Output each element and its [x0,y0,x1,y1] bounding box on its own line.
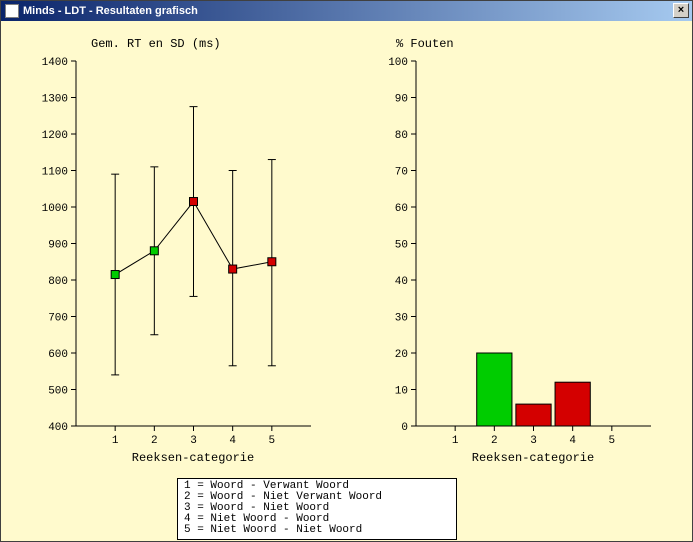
svg-text:90: 90 [395,94,408,106]
svg-text:900: 900 [48,240,68,252]
close-button[interactable]: × [673,3,689,18]
app-window: Minds - LDT - Resultaten grafisch × Gem.… [0,0,693,542]
svg-text:3: 3 [530,435,537,447]
svg-text:400: 400 [48,422,68,434]
svg-text:800: 800 [48,276,68,288]
err-chart-xlabel: Reeksen-categorie [472,451,594,465]
svg-text:1300: 1300 [42,94,68,106]
svg-text:30: 30 [395,313,408,325]
svg-text:20: 20 [395,349,408,361]
svg-text:3: 3 [190,435,197,447]
svg-text:2: 2 [151,435,158,447]
svg-text:2: 2 [491,435,498,447]
svg-text:100: 100 [388,57,408,69]
rt-chart: Gem. RT en SD (ms) 400 500 600 700 800 900 100… [16,31,346,471]
svg-text:500: 500 [48,386,68,398]
window-title: Minds - LDT - Resultaten grafisch [23,5,198,17]
err-chart: % Fouten 0 10 20 30 40 50 60 70 80 90 100 1 2 3 4 5 Re… [361,31,681,471]
svg-text:80: 80 [395,130,408,142]
svg-text:1400: 1400 [42,57,68,69]
svg-text:5: 5 [609,435,616,447]
err-chart-title: % Fouten [396,37,454,51]
svg-text:4: 4 [569,435,576,447]
category-legend: 1 = Woord - Verwant Woord 2 = Woord - Ni… [177,478,457,540]
titlebar[interactable]: Minds - LDT - Resultaten grafisch × [1,1,692,21]
svg-text:1100: 1100 [42,167,68,179]
app-icon [5,4,19,18]
svg-text:1: 1 [452,435,459,447]
svg-text:5: 5 [269,435,276,447]
svg-text:60: 60 [395,203,408,215]
svg-text:1: 1 [112,435,119,447]
svg-text:10: 10 [395,386,408,398]
svg-text:70: 70 [395,167,408,179]
svg-text:50: 50 [395,240,408,252]
svg-text:40: 40 [395,276,408,288]
svg-text:600: 600 [48,349,68,361]
rt-chart-xlabel: Reeksen-categorie [132,451,254,465]
legend-line: 5 = Niet Woord - Niet Woord [184,524,362,536]
svg-text:700: 700 [48,313,68,325]
client-area: Gem. RT en SD (ms) 400500600700800900100… [1,21,692,541]
rt-chart-title: Gem. RT en SD (ms) [91,37,221,51]
svg-text:1200: 1200 [42,130,68,142]
svg-text:1000: 1000 [42,203,68,215]
svg-text:0: 0 [401,422,408,434]
svg-text:4: 4 [229,435,236,447]
close-icon: × [678,5,684,16]
